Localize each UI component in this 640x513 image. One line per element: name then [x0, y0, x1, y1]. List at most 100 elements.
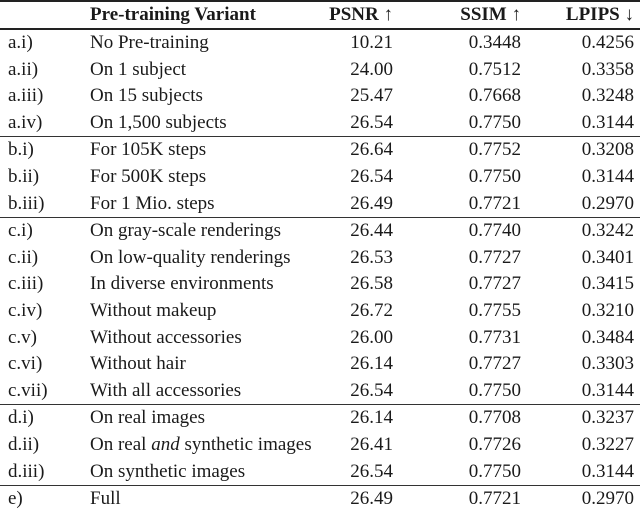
row-lpips: 0.3237 — [521, 404, 640, 432]
row-lpips: 0.3210 — [581, 299, 634, 321]
row-variant: No Pre-training — [90, 32, 209, 53]
row-ssim: 0.7750 — [468, 460, 521, 482]
row-psnr: 26.41 — [350, 433, 393, 455]
row-psnr: 26.49 — [350, 192, 393, 214]
table-row: c.i) On gray-scale renderings 26.44 0.7740 0… — [0, 217, 640, 245]
row-lpips: 0.2970 — [521, 485, 640, 513]
row-ssim: 0.7731 — [468, 326, 521, 348]
table-row: c.v) Without accessories 26.00 0.7731 0.3484 — [0, 325, 640, 352]
row-lpips: 0.3144 — [581, 460, 634, 482]
pretraining-ablation-table: Pre-training Variant PSNR ↑ SSIM ↑ LPIPS… — [0, 0, 640, 513]
row-psnr: 10.21 — [350, 32, 393, 53]
table-row: b.i) For 105K steps 26.64 0.7752 0.3208 — [0, 136, 640, 164]
table-row: d.ii) On real and synthetic images 26.41 0.… — [0, 432, 640, 459]
table-row: d.i) On real images 26.14 0.7708 0.3237 — [0, 404, 640, 432]
row-variant: For 500K steps — [90, 165, 207, 187]
row-id: c.v) — [8, 326, 38, 348]
row-psnr: 26.44 — [313, 217, 393, 245]
row-ssim: 0.7755 — [468, 299, 521, 321]
row-ssim: 0.7721 — [393, 485, 521, 513]
row-id: d.i) — [0, 404, 90, 432]
row-variant: On 15 subjects — [90, 85, 203, 107]
row-lpips: 0.3208 — [521, 136, 640, 164]
row-id: e) — [0, 485, 90, 513]
table-row: c.iv) Without makeup 26.72 0.7755 0.3210 — [0, 298, 640, 325]
header-row: Pre-training Variant PSNR ↑ SSIM ↑ LPIPS… — [0, 1, 640, 29]
variant-text: On real — [90, 433, 152, 455]
row-variant: In diverse environments — [90, 273, 274, 295]
row-id: a.i) — [8, 32, 33, 53]
row-id: d.ii) — [8, 433, 40, 455]
row-psnr: 26.14 — [350, 353, 393, 375]
table-row: c.vi) Without hair 26.14 0.7727 0.3303 — [0, 351, 640, 378]
table-body: a.i) No Pre-training 10.21 0.3448 0.4256 a.ii… — [0, 29, 640, 513]
row-lpips: 0.3484 — [581, 326, 634, 348]
row-psnr: 24.00 — [350, 58, 393, 80]
row-psnr: 26.72 — [350, 299, 393, 321]
table-row: a.iii) On 15 subjects 25.47 0.7668 0.3248 — [0, 83, 640, 110]
row-lpips: 0.3144 — [581, 379, 634, 401]
row-ssim: 0.7727 — [468, 273, 521, 295]
row-variant: For 1 Mio. steps — [90, 192, 215, 214]
row-id: c.vi) — [8, 353, 43, 375]
row-psnr: 26.49 — [313, 485, 393, 513]
row-psnr: 26.54 — [350, 379, 393, 401]
row-lpips: 0.3227 — [581, 433, 634, 455]
row-lpips: 0.3248 — [581, 85, 634, 107]
row-lpips: 0.3144 — [581, 111, 634, 133]
row-psnr: 26.58 — [350, 273, 393, 295]
row-psnr: 26.54 — [350, 460, 393, 482]
header-id — [0, 1, 90, 29]
row-ssim: 0.7727 — [468, 353, 521, 375]
row-lpips: 0.3415 — [581, 273, 634, 295]
row-variant: On low-quality renderings — [90, 246, 291, 268]
row-ssim: 0.7512 — [468, 58, 521, 80]
header-psnr: PSNR ↑ — [329, 4, 393, 25]
row-ssim: 0.7726 — [468, 433, 521, 455]
row-variant: For 105K steps — [90, 136, 313, 164]
row-psnr: 26.64 — [313, 136, 393, 164]
row-psnr: 25.47 — [350, 85, 393, 107]
header-lpips: LPIPS ↓ — [565, 4, 634, 25]
table-row: c.iii) In diverse environments 26.58 0.7727… — [0, 271, 640, 298]
header-variant: Pre-training Variant — [90, 4, 256, 25]
table-row: e) Full 26.49 0.7721 0.2970 — [0, 485, 640, 513]
row-id: b.iii) — [8, 192, 45, 214]
row-id: c.iii) — [8, 273, 44, 295]
row-ssim: 0.7727 — [468, 246, 521, 268]
row-id: a.iii) — [8, 85, 44, 107]
table-row: a.iv) On 1,500 subjects 26.54 0.7750 0.3144 — [0, 110, 640, 137]
row-id: c.iv) — [8, 299, 43, 321]
row-psnr: 26.54 — [350, 111, 393, 133]
row-id: a.ii) — [8, 58, 39, 80]
row-variant: On 1,500 subjects — [90, 111, 227, 133]
row-id: c.i) — [0, 217, 90, 245]
row-variant: On synthetic images — [90, 460, 246, 482]
row-variant: On gray-scale renderings — [90, 217, 313, 245]
row-lpips: 0.3358 — [581, 58, 634, 80]
row-ssim: 0.7750 — [468, 379, 521, 401]
row-psnr: 26.54 — [350, 165, 393, 187]
row-variant: Without accessories — [90, 326, 242, 348]
row-id: a.iv) — [8, 111, 43, 133]
row-variant: Without hair — [90, 353, 186, 375]
row-ssim: 0.3448 — [468, 32, 521, 53]
table-row: a.ii) On 1 subject 24.00 0.7512 0.3358 — [0, 57, 640, 84]
row-variant: Full — [90, 485, 313, 513]
table-row: b.ii) For 500K steps 26.54 0.7750 0.3144 — [0, 164, 640, 191]
row-ssim: 0.7750 — [468, 165, 521, 187]
row-ssim: 0.7752 — [393, 136, 521, 164]
table-header: Pre-training Variant PSNR ↑ SSIM ↑ LPIPS… — [0, 1, 640, 29]
row-psnr: 26.14 — [313, 404, 393, 432]
row-ssim: 0.7708 — [393, 404, 521, 432]
row-variant: On real images — [90, 404, 313, 432]
table-row: d.iii) On synthetic images 26.54 0.7750 0.31… — [0, 459, 640, 486]
variant-emphasis: and — [151, 433, 180, 455]
row-id: b.ii) — [8, 165, 40, 187]
row-lpips: 0.4256 — [581, 32, 634, 53]
row-ssim: 0.7740 — [393, 217, 521, 245]
row-variant: On real and synthetic images — [90, 432, 313, 459]
table-row: a.i) No Pre-training 10.21 0.3448 0.4256 — [0, 29, 640, 57]
row-ssim: 0.7750 — [468, 111, 521, 133]
row-lpips: 0.3303 — [581, 353, 634, 375]
